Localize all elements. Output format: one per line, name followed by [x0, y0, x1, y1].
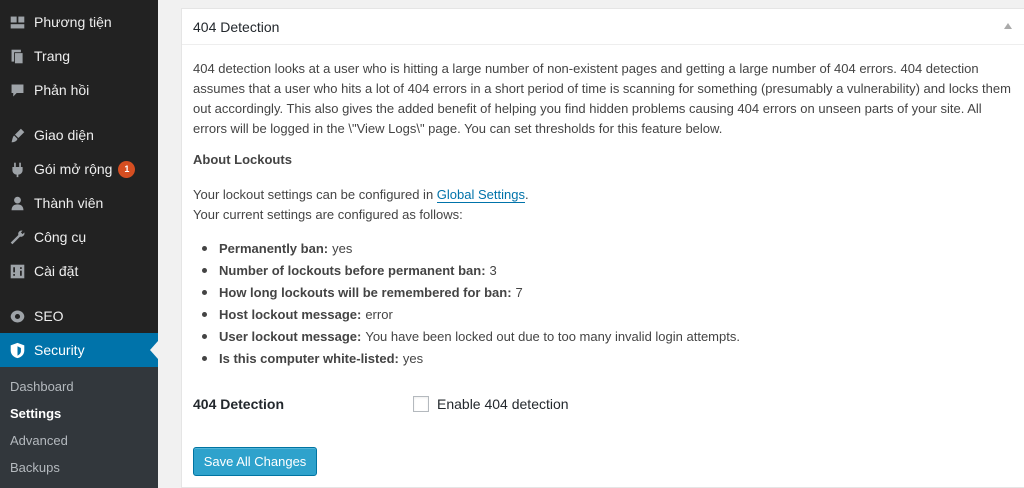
save-all-changes-button[interactable]: Save All Changes [193, 447, 317, 476]
setting-key: Host lockout message: [219, 306, 362, 322]
menu-label: Gói mở rộng [34, 161, 113, 177]
submenu-advanced[interactable]: Advanced [10, 433, 68, 448]
appearance-icon [8, 126, 26, 144]
shield-icon [8, 341, 26, 359]
comments-icon [8, 81, 26, 99]
setting-value: error [365, 306, 393, 322]
media-icon [8, 13, 26, 31]
list-item: Number of lockouts before permanent ban:… [193, 259, 740, 281]
menu-item-media[interactable]: Phương tiện [0, 5, 158, 39]
current-settings-intro: Your current settings are configured as … [193, 207, 463, 222]
menu-label: Cài đặt [34, 263, 79, 279]
security-submenu: Dashboard Settings Advanced Backups [0, 367, 158, 488]
setting-key: Permanently ban: [219, 240, 329, 256]
menu-item-appearance[interactable]: Giao diện [0, 118, 158, 152]
list-item: Host lockout message: error [193, 303, 740, 325]
tools-icon [8, 228, 26, 246]
submenu-settings[interactable]: Settings [10, 406, 61, 421]
postbox-header[interactable]: 404 Detection [182, 9, 1024, 45]
seo-icon [8, 307, 26, 325]
settings-list: Permanently ban: yes Number of lockouts b… [193, 237, 740, 369]
setting-key: Number of lockouts before permanent ban: [219, 262, 486, 278]
menu-label: Thành viên [34, 195, 104, 211]
list-item: User lockout message: You have been locke… [193, 325, 740, 347]
plugins-icon [8, 160, 26, 178]
lockout-prefix: Your lockout settings can be configured … [193, 187, 437, 202]
about-lockouts-heading: About Lockouts [193, 152, 292, 167]
setting-value: 7 [515, 284, 523, 300]
menu-label: Giao diện [34, 127, 94, 143]
submenu-dashboard[interactable]: Dashboard [10, 379, 74, 394]
menu-item-tools[interactable]: Công cụ [0, 220, 158, 254]
list-item: How long lockouts will be remembered for… [193, 281, 740, 303]
submenu-backups[interactable]: Backups [10, 460, 60, 475]
setting-value: 3 [489, 262, 497, 278]
update-count-badge: 1 [118, 160, 136, 178]
menu-item-seo[interactable]: SEO [0, 299, 158, 333]
menu-label: Phản hồi [34, 82, 90, 98]
list-item: Permanently ban: yes [193, 237, 740, 259]
menu-label: Phương tiện [34, 14, 112, 30]
setting-key: How long lockouts will be remembered for… [219, 284, 512, 300]
menu-label: Security [34, 342, 85, 358]
list-item: Is this computer white-listed: yes [193, 347, 740, 369]
global-settings-link[interactable]: Global Settings [436, 187, 525, 203]
setting-value: yes [332, 240, 353, 256]
users-icon [8, 194, 26, 212]
menu-item-pages[interactable]: Trang [0, 39, 158, 73]
menu-item-users[interactable]: Thành viên [0, 186, 158, 220]
setting-value: You have been locked out due to too many… [365, 328, 740, 344]
pages-icon [8, 47, 26, 65]
setting-value: yes [402, 350, 424, 366]
lockout-settings-text: Your lockout settings can be configured … [193, 187, 529, 203]
detection-postbox: 404 Detection 404 detection looks at a u… [181, 8, 1024, 488]
menu-label: Công cụ [34, 229, 87, 245]
menu-item-comments[interactable]: Phản hồi [0, 73, 158, 107]
enable-404-label[interactable]: Enable 404 detection [437, 396, 569, 412]
menu-item-settings[interactable]: Cài đặt [0, 254, 158, 288]
menu-item-security[interactable]: Security [0, 333, 158, 367]
enable-404-checkbox[interactable] [413, 396, 429, 412]
menu-item-plugins[interactable]: Gói mở rộng 1 [0, 152, 158, 186]
postbox-title: 404 Detection [193, 18, 280, 35]
setting-key: Is this computer white-listed: [219, 350, 399, 366]
collapse-arrow-icon[interactable] [1004, 23, 1012, 29]
detection-field-label: 404 Detection [193, 396, 285, 412]
setting-key: User lockout message: [219, 328, 362, 344]
intro-paragraph: 404 detection looks at a user who is hit… [193, 61, 1011, 136]
menu-label: Trang [34, 48, 71, 64]
settings-icon [8, 262, 26, 280]
lockout-suffix: . [524, 187, 529, 202]
menu-label: SEO [34, 308, 64, 324]
